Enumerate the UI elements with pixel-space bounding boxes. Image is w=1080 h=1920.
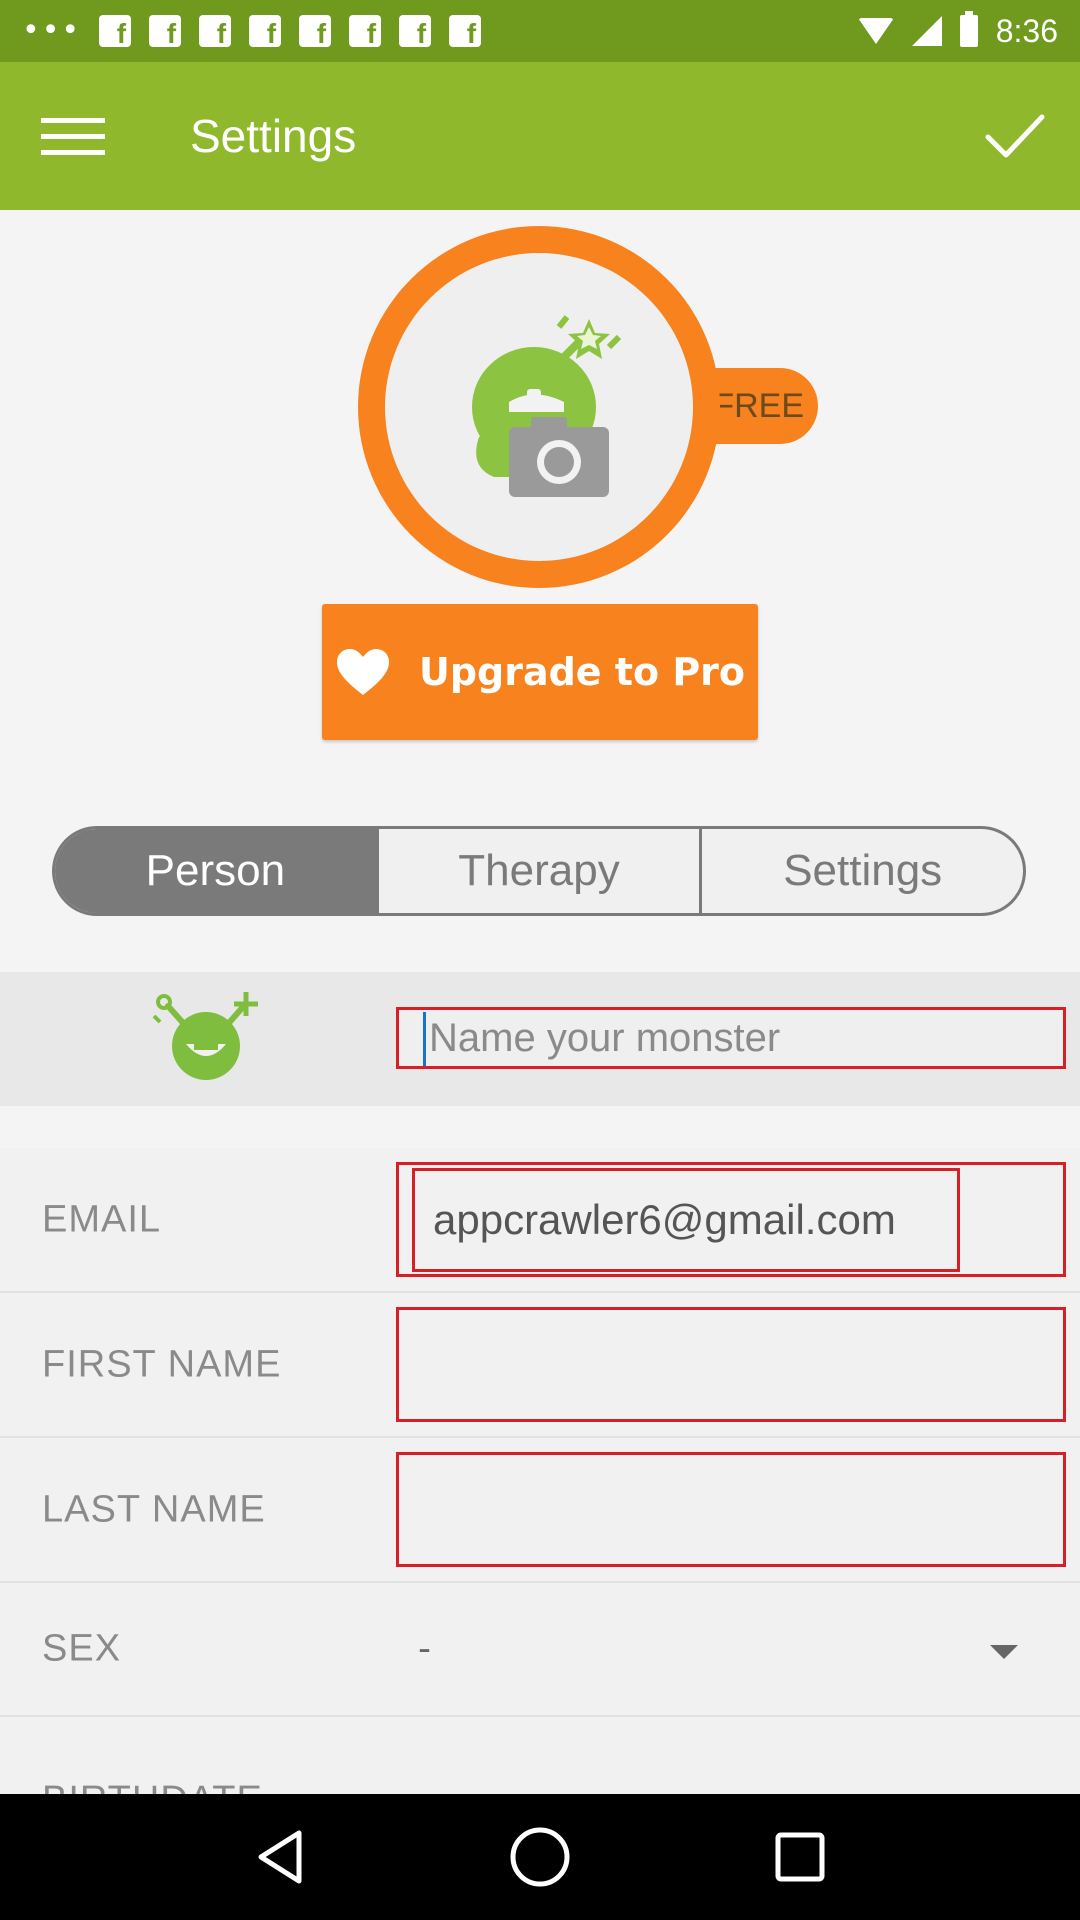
last-name-row: LAST NAME [0,1438,1080,1583]
signal-icon [911,16,942,46]
back-icon[interactable] [240,1817,320,1897]
more-dots-icon: ••• [22,13,82,48]
last-name-field[interactable] [396,1452,1066,1567]
battery-icon [959,11,978,47]
email-row: EMAIL appcrawler6@gmail.com [0,1148,1080,1293]
chevron-down-icon[interactable] [990,1645,1018,1659]
monster-name-input[interactable] [396,1007,1066,1069]
text-cursor [423,1012,426,1066]
check-icon[interactable] [950,62,1080,210]
monster-name-row [0,972,1080,1106]
wifi-icon [857,18,894,44]
first-name-row: FIRST NAME [0,1293,1080,1438]
tab-person[interactable]: Person [55,829,376,913]
avatar[interactable] [358,226,720,588]
status-time: 8:36 [995,12,1058,49]
tab-settings[interactable]: Settings [699,829,1023,913]
recents-icon[interactable] [760,1817,840,1897]
sex-label: SEX [42,1627,122,1670]
facebook-icon [299,15,332,50]
monster-camera-icon [472,315,622,497]
free-label: FREE [713,386,804,425]
notification-icons: ••• [22,13,482,50]
sex-select[interactable]: - [418,1629,431,1670]
email-value[interactable]: appcrawler6@gmail.com [412,1168,960,1272]
upgrade-to-pro-button[interactable]: Upgrade to Pro [322,604,758,740]
facebook-icon [399,15,432,50]
status-right: 8:36 [857,11,1058,50]
avatar-image[interactable] [385,253,693,561]
last-name-label: LAST NAME [42,1488,266,1530]
facebook-icon [449,15,482,50]
status-bar: ••• 8:36 [0,0,1080,62]
page-title: Settings [190,110,357,162]
tab-therapy[interactable]: Therapy [375,829,700,913]
system-nav-bar [0,1794,1080,1920]
person-form: EMAIL appcrawler6@gmail.com FIRST NAME L… [0,1148,1080,1807]
hamburger-menu-icon[interactable] [0,62,146,210]
avatar-ring [358,226,720,588]
home-icon[interactable] [500,1817,580,1897]
facebook-icon [149,15,182,50]
email-label: EMAIL [42,1198,162,1240]
first-name-field[interactable] [396,1307,1066,1422]
facebook-icon [99,15,132,50]
facebook-icon [349,15,382,50]
facebook-icon [249,15,282,50]
monster-icon [152,992,258,1080]
segmented-tabs: Person Therapy Settings [52,826,1026,916]
upgrade-label: Upgrade to Pro [418,650,746,694]
facebook-icon [199,15,232,50]
sex-row[interactable]: SEX - [0,1583,1080,1717]
app-bar: Settings [0,62,1080,210]
first-name-label: FIRST NAME [42,1343,282,1385]
heart-icon [336,649,389,695]
